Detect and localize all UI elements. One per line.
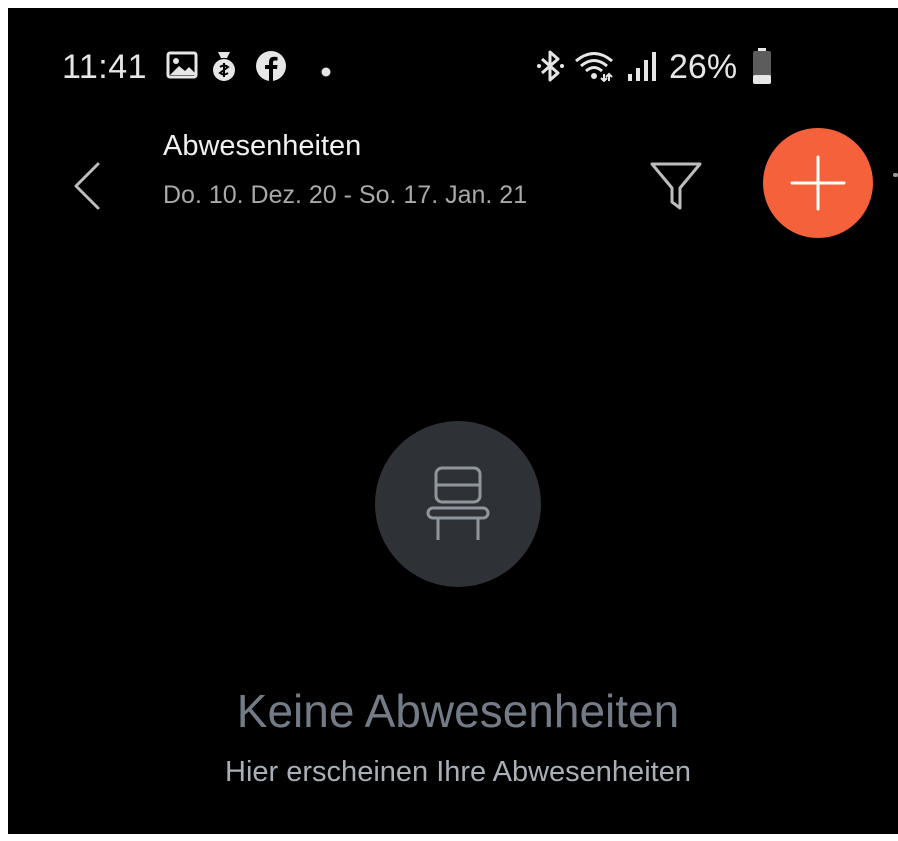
money-bag-icon — [210, 50, 238, 87]
battery-percent: 26% — [669, 48, 738, 86]
empty-state-title: Keine Abwesenheiten — [236, 685, 680, 737]
plus-icon — [790, 155, 846, 211]
page-title: Abwesenheiten — [163, 130, 362, 162]
wifi-icon — [574, 50, 614, 87]
app-screen: 11:41 26% Abwesenheiten Do. 10. Dez. 20 … — [8, 8, 898, 834]
chevron-left-icon — [74, 162, 100, 210]
date-range: Do. 10. Dez. 20 - So. 17. Jan. 21 — [163, 181, 528, 209]
empty-state-subtitle: Hier erscheinen Ihre Abwesenheiten — [225, 756, 691, 788]
filter-button[interactable] — [646, 156, 706, 216]
filter-icon — [650, 162, 702, 210]
empty-state-illustration — [375, 421, 541, 587]
image-icon — [166, 50, 198, 85]
back-button[interactable] — [66, 158, 110, 214]
chair-icon — [426, 466, 490, 540]
dot-icon — [321, 64, 331, 82]
overflow-edge — [893, 173, 898, 177]
battery-icon — [753, 48, 771, 89]
bluetooth-icon — [536, 50, 566, 87]
add-absence-button[interactable] — [763, 128, 873, 238]
status-bar: 11:41 26% — [8, 8, 898, 108]
signal-icon — [626, 50, 662, 87]
status-time: 11:41 — [62, 48, 148, 86]
facebook-icon — [255, 50, 287, 87]
